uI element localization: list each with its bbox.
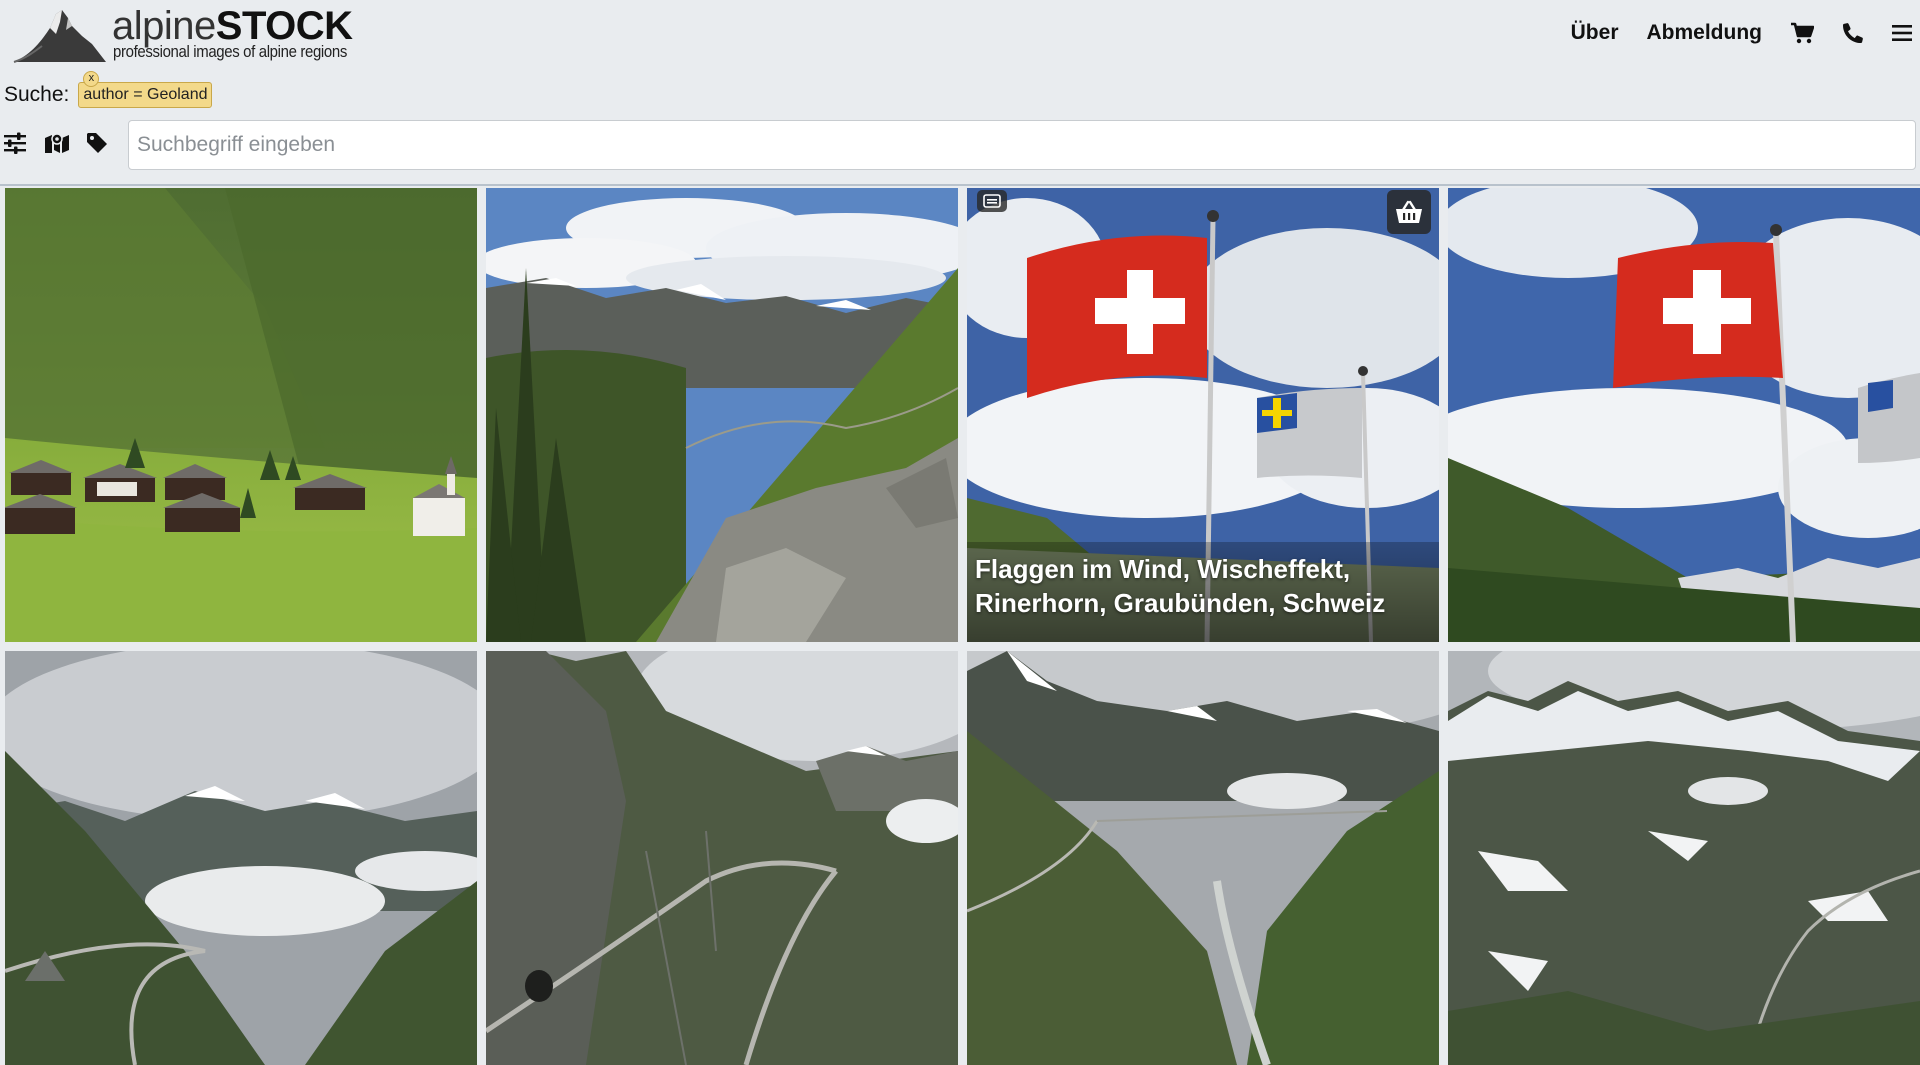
search-input[interactable] [128,120,1916,170]
sliders-icon[interactable] [4,132,26,159]
pass-road-tunnel-image [486,651,958,1065]
valley-trail-image [486,188,958,642]
brand-tagline: professional images of alpine regions [113,42,347,61]
basket-icon[interactable] [1387,190,1431,234]
image-tile-selected[interactable]: Flaggen im Wind, Wischeffekt, Rinerhorn,… [967,188,1439,642]
search-toolbar [0,120,1920,170]
pass-road-clouds-image [5,651,477,1065]
valley-river-image [967,651,1439,1065]
collection-icon[interactable] [977,190,1007,212]
matterhorn-logo-icon [13,10,106,63]
search-label: Suche: [4,83,70,106]
image-grid: Flaggen im Wind, Wischeffekt, Rinerhorn,… [5,188,1920,1065]
top-nav: Über Abmeldung [1543,18,1920,48]
image-tile[interactable] [967,651,1439,1065]
phone-icon[interactable] [1842,22,1864,44]
snowy-pass-image [1448,651,1920,1065]
active-search: Suche: x author = Geoland [4,71,213,110]
divider [0,184,1920,186]
filter-tag: x author = Geoland [78,71,213,108]
menu-icon[interactable] [1892,24,1912,42]
shopping-cart-icon[interactable] [1790,22,1814,44]
map-icon[interactable] [44,132,70,159]
filter-tag-label: author = Geoland [83,86,208,103]
alpine-village-image [5,188,477,642]
image-caption: Flaggen im Wind, Wischeffekt, Rinerhorn,… [967,542,1439,642]
tag-icon[interactable] [86,132,108,159]
nav-about-link[interactable]: Über [1571,21,1619,45]
image-tile[interactable] [486,651,958,1065]
remove-filter-button[interactable]: x [83,71,100,87]
image-tile[interactable] [1448,651,1920,1065]
swiss-flags-mountains-image [1448,188,1920,642]
header: alpineSTOCK professional images of alpin… [0,0,1920,70]
image-tile[interactable] [1448,188,1920,642]
logo[interactable]: alpineSTOCK professional images of alpin… [12,4,353,66]
image-tile[interactable] [5,651,477,1065]
image-tile[interactable] [5,188,477,642]
nav-logout-link[interactable]: Abmeldung [1647,21,1763,45]
image-tile[interactable] [486,188,958,642]
